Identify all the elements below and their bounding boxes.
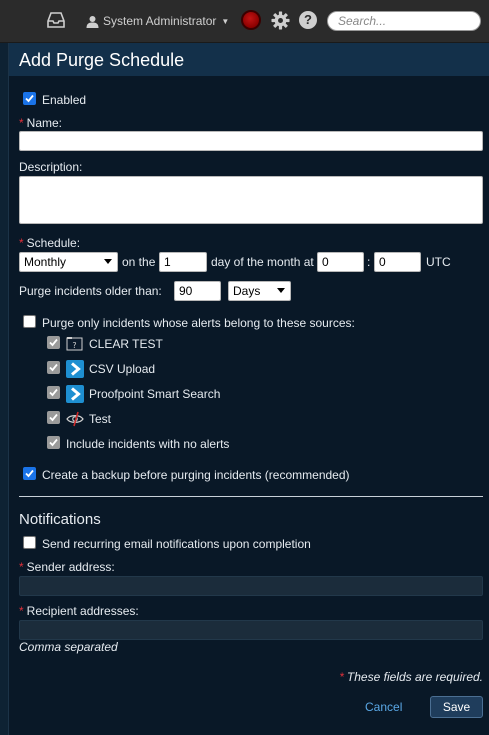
- include-no-alerts-label: Include incidents with no alerts: [66, 437, 230, 451]
- day-of-month-input[interactable]: [159, 252, 207, 272]
- source-checkbox-test[interactable]: [47, 411, 60, 424]
- minute-input[interactable]: [374, 252, 421, 272]
- sources-only-checkbox[interactable]: [23, 315, 36, 328]
- source-label: CLEAR TEST: [89, 337, 163, 351]
- search-input[interactable]: [327, 11, 481, 31]
- required-note-text: These fields are required.: [346, 670, 483, 684]
- schedule-frequency-select[interactable]: Monthly: [19, 252, 118, 272]
- name-label-text: Name:: [26, 116, 63, 130]
- sender-label: * Sender address:: [19, 560, 115, 574]
- required-marker: *: [19, 236, 24, 250]
- source-checkbox-csv-upload[interactable]: [47, 361, 60, 374]
- purge-older-label: Purge incidents older than:: [19, 284, 162, 298]
- purge-older-unit-value: Days: [233, 284, 261, 298]
- on-the-text: on the: [122, 255, 156, 269]
- recipient-label: * Recipient addresses:: [19, 604, 139, 618]
- divider: [19, 496, 483, 497]
- inbox-icon[interactable]: [46, 11, 66, 29]
- gear-icon[interactable]: [271, 11, 290, 30]
- user-menu[interactable]: System Administrator ▼: [86, 12, 229, 30]
- backup-checkbox[interactable]: [23, 467, 36, 480]
- left-rail: [0, 43, 9, 735]
- dialog-title: Add Purge Schedule: [19, 50, 185, 70]
- dialog-header: Add Purge Schedule: [9, 43, 489, 76]
- required-fields-note: * These fields are required.: [339, 670, 483, 684]
- day-of-month-text: day of the month at: [211, 255, 314, 269]
- purge-older-unit-select[interactable]: Days: [228, 281, 291, 301]
- chevron-down-icon: [277, 288, 285, 293]
- source-checkbox-clear-test[interactable]: [47, 336, 60, 349]
- send-notifications-label: Send recurring email notifications upon …: [42, 537, 311, 551]
- help-icon[interactable]: ?: [299, 11, 317, 29]
- name-input[interactable]: [19, 131, 483, 151]
- send-notifications-checkbox[interactable]: [23, 536, 36, 549]
- recipient-hint: Comma separated: [19, 640, 118, 654]
- cancel-button[interactable]: Cancel: [365, 700, 402, 714]
- timezone-text: UTC: [426, 255, 451, 269]
- hour-input[interactable]: [317, 252, 364, 272]
- required-marker: *: [19, 116, 24, 130]
- save-button[interactable]: Save: [430, 696, 483, 718]
- user-name: System Administrator: [103, 14, 217, 28]
- chevron-down-icon: [104, 259, 112, 264]
- recipient-addresses-input[interactable]: [19, 620, 483, 640]
- purge-older-input[interactable]: [174, 281, 221, 301]
- source-label: Proofpoint Smart Search: [89, 387, 221, 401]
- description-label: Description:: [19, 160, 83, 174]
- notifications-title: Notifications: [19, 511, 101, 528]
- required-marker: *: [19, 560, 24, 574]
- enabled-label: Enabled: [42, 93, 87, 107]
- source-checkbox-proofpoint[interactable]: [47, 386, 60, 399]
- schedule-label: * Schedule:: [19, 236, 80, 250]
- top-bar: System Administrator ▼ ?: [0, 0, 489, 43]
- status-indicator-icon[interactable]: [241, 10, 261, 30]
- user-icon: [86, 15, 99, 28]
- time-separator: :: [367, 255, 371, 269]
- sources-only-label: Purge only incidents whose alerts belong…: [42, 316, 355, 330]
- chevron-right-source-icon: [66, 360, 84, 378]
- backup-label: Create a backup before purging incidents…: [42, 468, 350, 482]
- required-marker: *: [339, 670, 344, 684]
- chevron-right-source-icon: [66, 385, 84, 403]
- required-marker: *: [19, 604, 24, 618]
- include-no-alerts-checkbox[interactable]: [47, 436, 60, 449]
- purge-schedule-dialog: Add Purge Schedule Enabled * Name: Descri…: [9, 43, 489, 735]
- svg-text:?: ?: [72, 341, 76, 350]
- name-label: * Name:: [19, 116, 62, 130]
- sender-label-text: Sender address:: [26, 560, 115, 574]
- chevron-down-icon: ▼: [221, 16, 230, 26]
- recipient-label-text: Recipient addresses:: [26, 604, 139, 618]
- enabled-checkbox[interactable]: [23, 92, 36, 105]
- source-label: CSV Upload: [89, 362, 156, 376]
- unknown-source-icon: ?: [66, 337, 83, 351]
- schedule-label-text: Schedule:: [26, 236, 81, 250]
- eye-source-icon: [66, 411, 84, 427]
- source-label: Test: [89, 412, 112, 426]
- schedule-frequency-value: Monthly: [24, 255, 67, 269]
- description-textarea[interactable]: [19, 176, 483, 224]
- sender-address-input[interactable]: [19, 576, 483, 596]
